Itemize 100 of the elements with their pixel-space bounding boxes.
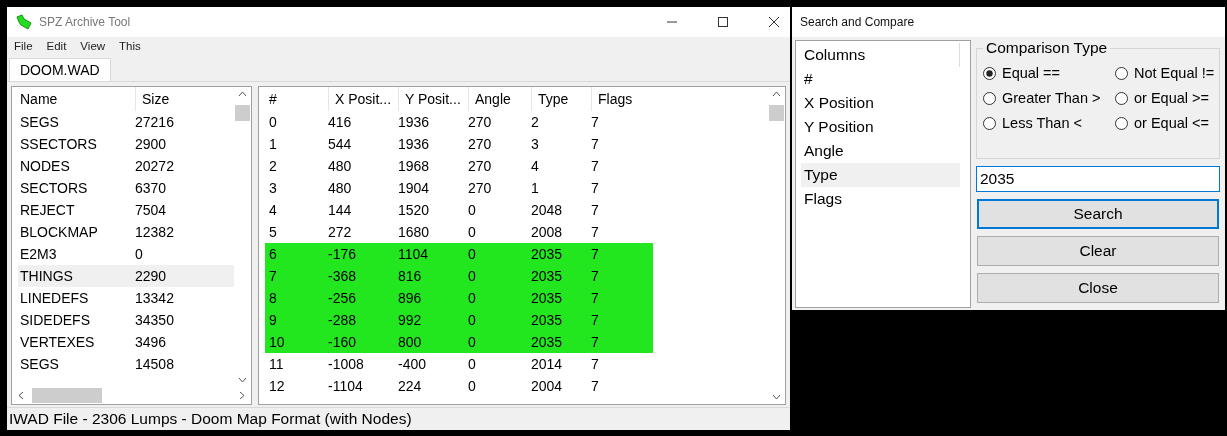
- menu-item[interactable]: View: [80, 40, 106, 52]
- table-cell-text: 7: [591, 224, 600, 240]
- dialog-button[interactable]: Search: [977, 199, 1219, 229]
- list-row[interactable]: SECTORS 6370: [18, 177, 234, 199]
- table-cell-text: 7: [591, 114, 600, 130]
- table-row[interactable]: 6 -176 1104 0 2035 7: [265, 243, 653, 265]
- table-cell-text: -1008: [328, 356, 365, 372]
- list-row[interactable]: E2M3 0: [18, 243, 234, 265]
- radio-icon[interactable]: [983, 116, 996, 130]
- column-header[interactable]: Flags: [591, 87, 653, 111]
- table-row[interactable]: 1 544 1936 270 3 7: [265, 133, 653, 155]
- table-row[interactable]: 2 480 1968 270 4 7: [265, 155, 653, 177]
- table-cell-text: SECTORS: [19, 180, 89, 196]
- radio-icon[interactable]: [1115, 66, 1128, 80]
- table-cell-text: 9: [268, 312, 278, 328]
- list-row[interactable]: LINEDEFS 13342: [18, 287, 234, 309]
- dialog-button[interactable]: Close: [977, 273, 1219, 303]
- table-cell-text: 0: [468, 224, 477, 240]
- table-row[interactable]: 10 -160 800 0 2035 7: [265, 331, 653, 353]
- table-cell-text: 1680: [398, 224, 431, 240]
- list-item[interactable]: Flags: [801, 187, 960, 211]
- radio-option[interactable]: or Equal <=: [1115, 115, 1215, 131]
- table-row[interactable]: 5 272 1680 0 2008 7: [265, 221, 653, 243]
- column-header[interactable]: Type: [531, 87, 591, 111]
- table-cell-text: 7: [591, 268, 600, 284]
- table-cell-text: 0: [468, 246, 477, 262]
- table-cell-text: 27216: [135, 114, 175, 130]
- radio-option[interactable]: Less Than <: [983, 115, 1115, 131]
- column-header[interactable]: Name: [18, 91, 135, 107]
- menu-item[interactable]: File: [14, 40, 33, 52]
- table-cell-text: 1904: [398, 180, 431, 196]
- maximize-icon[interactable]: [717, 16, 729, 28]
- table-cell-text: 270: [468, 136, 493, 152]
- column-header[interactable]: Size: [135, 87, 232, 111]
- column-header[interactable]: #: [265, 91, 328, 107]
- table-cell-text: 816: [398, 268, 423, 284]
- radio-option[interactable]: or Equal >=: [1115, 90, 1215, 106]
- list-row[interactable]: SEGS 14508: [18, 353, 234, 375]
- table-cell-text: 0: [468, 356, 477, 372]
- table-row[interactable]: 3 480 1904 270 1 7: [265, 177, 653, 199]
- list-row[interactable]: SEGS 27216: [18, 111, 234, 133]
- list-row[interactable]: SIDEDEFS 34350: [18, 309, 234, 331]
- close-icon[interactable]: [768, 16, 780, 28]
- column-header[interactable]: Y Posit...: [398, 87, 468, 111]
- table-cell-text: -160: [328, 334, 358, 350]
- table-row[interactable]: 0 416 1936 270 2 7: [265, 111, 653, 133]
- value-field[interactable]: 2035: [976, 166, 1220, 192]
- dialog-button[interactable]: Clear: [977, 236, 1219, 266]
- list-row[interactable]: BLOCKMAP 12382: [18, 221, 234, 243]
- list-item[interactable]: Type: [801, 163, 960, 187]
- table-cell-text: 1936: [398, 136, 431, 152]
- table-row[interactable]: 7 -368 816 0 2035 7: [265, 265, 653, 287]
- list-row[interactable]: REJECT 7504: [18, 199, 234, 221]
- table-cell-text: 7: [591, 312, 600, 328]
- scroll-thumb[interactable]: [235, 105, 250, 121]
- table-cell-text: 7: [591, 334, 600, 350]
- table-cell-text: 0: [468, 268, 477, 284]
- column-header[interactable]: X Posit...: [328, 87, 398, 111]
- list-row[interactable]: THINGS 2290: [18, 265, 234, 287]
- table-cell-text: SSECTORS: [19, 136, 98, 152]
- menu-item[interactable]: Edit: [46, 40, 67, 52]
- list-row[interactable]: VERTEXES 3496: [18, 331, 234, 353]
- radio-option[interactable]: Equal ==: [983, 65, 1115, 81]
- table-row[interactable]: 9 -288 992 0 2035 7: [265, 309, 653, 331]
- radio-option[interactable]: Not Equal !=: [1115, 65, 1215, 81]
- group-title: Comparison Type: [983, 39, 1111, 57]
- list-item[interactable]: Angle: [801, 139, 960, 163]
- table-cell-text: 896: [398, 290, 423, 306]
- table-cell-text: E2M3: [19, 246, 58, 262]
- radio-icon[interactable]: [1115, 116, 1128, 130]
- table-cell-text: 3: [531, 136, 540, 152]
- table-cell-text: 1: [531, 180, 540, 196]
- list-row[interactable]: NODES 20272: [18, 155, 234, 177]
- table-row[interactable]: 8 -256 896 0 2035 7: [265, 287, 653, 309]
- list-row[interactable]: SSECTORS 2900: [18, 133, 234, 155]
- menu-item[interactable]: This: [119, 40, 141, 52]
- table-cell-text: 2035: [531, 290, 564, 306]
- dialog-title: Search and Compare: [800, 15, 915, 29]
- column-header[interactable]: Angle: [468, 87, 531, 111]
- list-item[interactable]: Y Position: [801, 115, 960, 139]
- radio-icon[interactable]: [983, 66, 996, 80]
- scroll-thumb[interactable]: [769, 105, 784, 121]
- table-cell-text: 7: [591, 378, 600, 394]
- radio-icon[interactable]: [983, 91, 996, 105]
- list-item[interactable]: #: [801, 67, 960, 91]
- table-cell-text: -288: [328, 312, 358, 328]
- table-cell-text: 7: [591, 136, 600, 152]
- table-cell-text: 0: [468, 290, 477, 306]
- table-row[interactable]: 12 -1104 224 0 2004 7: [265, 375, 653, 397]
- table-cell-text: 10: [268, 334, 286, 350]
- tab[interactable]: DOOM.WAD: [9, 58, 111, 81]
- radio-option[interactable]: Greater Than >: [983, 90, 1115, 106]
- table-cell-text: 544: [328, 136, 353, 152]
- radio-icon[interactable]: [1115, 91, 1128, 105]
- table-row[interactable]: 4 144 1520 0 2048 7: [265, 199, 653, 221]
- scroll-thumb[interactable]: [32, 388, 102, 403]
- list-item[interactable]: X Position: [801, 91, 960, 115]
- table-cell-text: 12382: [135, 224, 175, 240]
- table-cell-text: 6: [268, 246, 278, 262]
- table-row[interactable]: 11 -1008 -400 0 2014 7: [265, 353, 653, 375]
